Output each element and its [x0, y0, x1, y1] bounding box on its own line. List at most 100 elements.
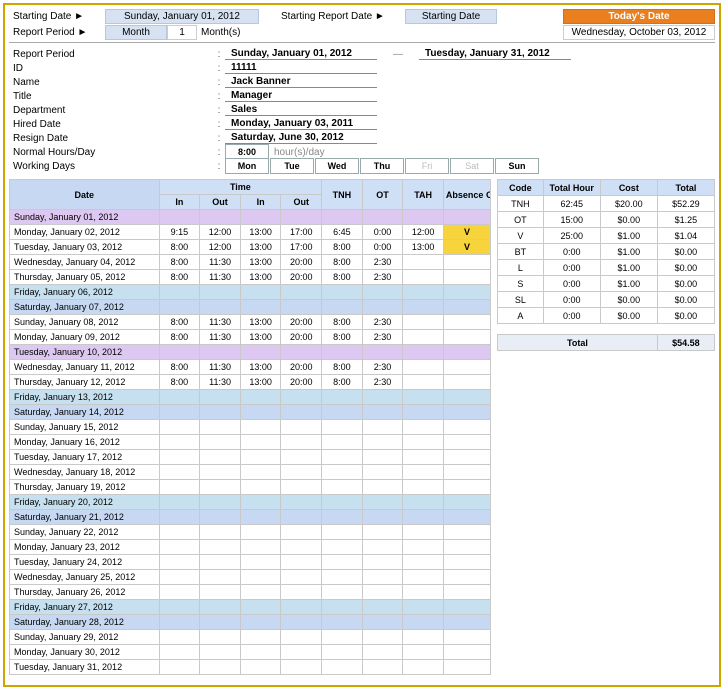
cell-in1[interactable]: [159, 630, 200, 645]
cell-tah[interactable]: [403, 255, 444, 270]
cell-in1[interactable]: [159, 420, 200, 435]
cell-tnh[interactable]: 8:00: [322, 270, 363, 285]
cell-in1[interactable]: [159, 585, 200, 600]
cell-in2[interactable]: 13:00: [240, 360, 281, 375]
cell-tnh[interactable]: 8:00: [322, 255, 363, 270]
timesheet-row[interactable]: Tuesday, January 31, 2012: [10, 660, 491, 675]
cell-tah[interactable]: [403, 315, 444, 330]
timesheet-row[interactable]: Monday, January 16, 2012: [10, 435, 491, 450]
cell-abs[interactable]: [443, 480, 490, 495]
cell-out1[interactable]: 11:30: [200, 270, 241, 285]
cell-out2[interactable]: [281, 480, 322, 495]
cell-out1[interactable]: [200, 660, 241, 675]
cell-out2[interactable]: [281, 495, 322, 510]
date-cell[interactable]: Monday, January 16, 2012: [10, 435, 160, 450]
timesheet-row[interactable]: Thursday, January 26, 2012: [10, 585, 491, 600]
cell-tah[interactable]: [403, 555, 444, 570]
cell-in1[interactable]: 8:00: [159, 360, 200, 375]
cell-tah[interactable]: [403, 660, 444, 675]
cell-in1[interactable]: [159, 465, 200, 480]
cell-ot[interactable]: 2:30: [362, 315, 403, 330]
timesheet-row[interactable]: Sunday, January 15, 2012: [10, 420, 491, 435]
cell-abs[interactable]: [443, 435, 490, 450]
cell-in2[interactable]: [240, 450, 281, 465]
cell-ot[interactable]: [362, 570, 403, 585]
cell-ot[interactable]: [362, 495, 403, 510]
cell-in1[interactable]: 8:00: [159, 315, 200, 330]
cell-tnh[interactable]: 8:00: [322, 330, 363, 345]
cell-abs[interactable]: [443, 630, 490, 645]
cell-in1[interactable]: [159, 555, 200, 570]
cell-tah[interactable]: [403, 375, 444, 390]
cell-tnh[interactable]: [322, 645, 363, 660]
cell-out2[interactable]: [281, 645, 322, 660]
timesheet-row[interactable]: Sunday, January 08, 20128:0011:3013:0020…: [10, 315, 491, 330]
cell-in2[interactable]: [240, 540, 281, 555]
date-cell[interactable]: Saturday, January 07, 2012: [10, 300, 160, 315]
cell-out1[interactable]: 12:00: [200, 225, 241, 240]
starting-report-value[interactable]: Starting Date: [405, 9, 497, 24]
cell-tnh[interactable]: [322, 630, 363, 645]
date-cell[interactable]: Tuesday, January 31, 2012: [10, 660, 160, 675]
date-cell[interactable]: Tuesday, January 10, 2012: [10, 345, 160, 360]
date-cell[interactable]: Tuesday, January 17, 2012: [10, 450, 160, 465]
cell-ot[interactable]: 0:00: [362, 240, 403, 255]
workday-tue[interactable]: Tue: [270, 158, 314, 174]
cell-tnh[interactable]: 8:00: [322, 360, 363, 375]
cell-in1[interactable]: [159, 645, 200, 660]
cell-in1[interactable]: [159, 390, 200, 405]
cell-out1[interactable]: [200, 585, 241, 600]
cell-abs[interactable]: [443, 210, 490, 225]
date-cell[interactable]: Tuesday, January 24, 2012: [10, 555, 160, 570]
cell-out1[interactable]: [200, 465, 241, 480]
cell-out2[interactable]: 17:00: [281, 225, 322, 240]
cell-tah[interactable]: [403, 510, 444, 525]
cell-out2[interactable]: [281, 570, 322, 585]
date-cell[interactable]: Monday, January 09, 2012: [10, 330, 160, 345]
cell-in2[interactable]: 13:00: [240, 255, 281, 270]
cell-abs[interactable]: [443, 405, 490, 420]
cell-in1[interactable]: [159, 660, 200, 675]
cell-tah[interactable]: [403, 465, 444, 480]
cell-ot[interactable]: 2:30: [362, 330, 403, 345]
cell-ot[interactable]: [362, 345, 403, 360]
cell-abs[interactable]: [443, 375, 490, 390]
cell-in1[interactable]: 9:15: [159, 225, 200, 240]
cell-in2[interactable]: [240, 465, 281, 480]
cell-in2[interactable]: [240, 480, 281, 495]
cell-out2[interactable]: 20:00: [281, 375, 322, 390]
cell-out1[interactable]: [200, 345, 241, 360]
cell-in2[interactable]: 13:00: [240, 240, 281, 255]
cell-in2[interactable]: 13:00: [240, 375, 281, 390]
cell-in2[interactable]: 13:00: [240, 225, 281, 240]
cell-abs[interactable]: [443, 465, 490, 480]
timesheet-row[interactable]: Friday, January 27, 2012: [10, 600, 491, 615]
cell-out1[interactable]: [200, 555, 241, 570]
cell-abs[interactable]: [443, 360, 490, 375]
cell-out2[interactable]: [281, 555, 322, 570]
cell-tah[interactable]: [403, 495, 444, 510]
cell-abs[interactable]: [443, 585, 490, 600]
cell-ot[interactable]: [362, 600, 403, 615]
timesheet-row[interactable]: Friday, January 06, 2012: [10, 285, 491, 300]
cell-in1[interactable]: [159, 480, 200, 495]
cell-tnh[interactable]: [322, 525, 363, 540]
cell-out1[interactable]: [200, 510, 241, 525]
cell-out2[interactable]: [281, 465, 322, 480]
cell-out2[interactable]: [281, 435, 322, 450]
cell-ot[interactable]: [362, 300, 403, 315]
cell-tah[interactable]: [403, 420, 444, 435]
cell-out1[interactable]: [200, 405, 241, 420]
cell-out2[interactable]: [281, 390, 322, 405]
cell-abs[interactable]: [443, 525, 490, 540]
cell-tnh[interactable]: [322, 210, 363, 225]
date-cell[interactable]: Friday, January 06, 2012: [10, 285, 160, 300]
cell-in2[interactable]: [240, 585, 281, 600]
cell-out2[interactable]: [281, 285, 322, 300]
cell-tnh[interactable]: [322, 300, 363, 315]
timesheet-row[interactable]: Saturday, January 21, 2012: [10, 510, 491, 525]
cell-out2[interactable]: [281, 630, 322, 645]
cell-out1[interactable]: [200, 450, 241, 465]
cell-tnh[interactable]: [322, 555, 363, 570]
cell-out1[interactable]: 11:30: [200, 375, 241, 390]
